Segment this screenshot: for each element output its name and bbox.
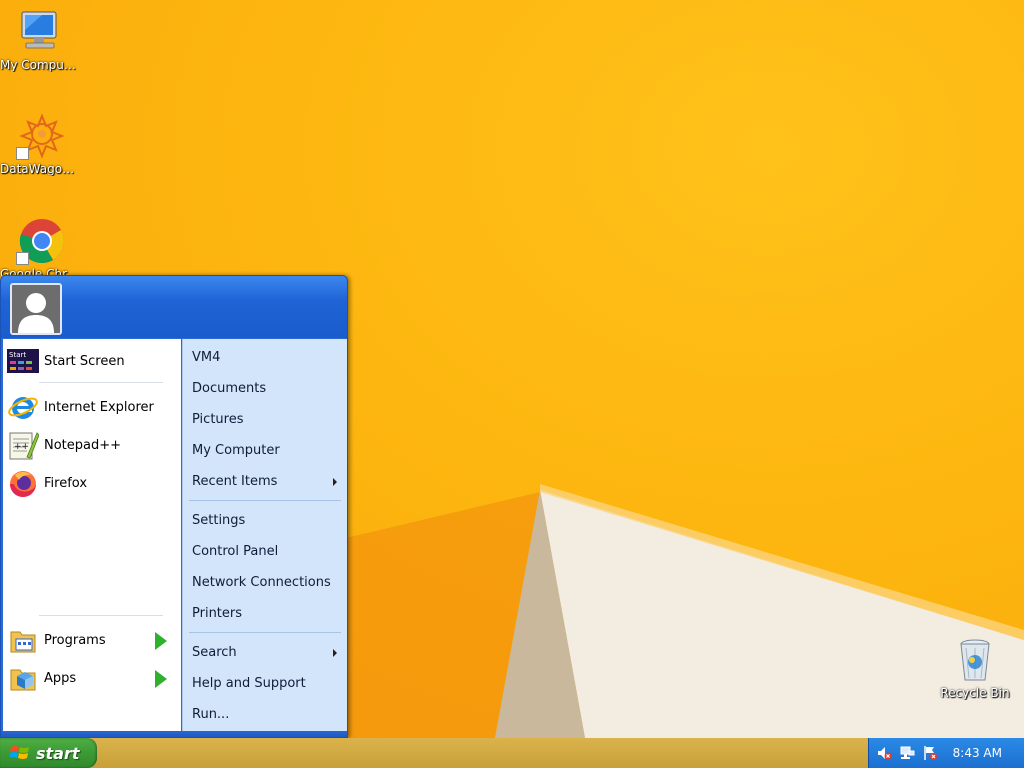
pinned-internet-explorer[interactable]: Internet Explorer xyxy=(7,390,177,424)
firefox-icon xyxy=(7,467,39,499)
internet-explorer-icon xyxy=(7,391,39,423)
speaker-muted-icon[interactable] xyxy=(876,745,892,761)
svg-text:++: ++ xyxy=(14,442,29,452)
start-menu-header xyxy=(1,276,347,338)
menu-item-label: Printers xyxy=(192,606,243,621)
menu-item-help-and-support[interactable]: Help and Support xyxy=(183,670,347,698)
pinned-label: Start Screen xyxy=(44,353,125,369)
menu-item-label: Help and Support xyxy=(192,676,306,691)
desktop-icon-recycle-bin[interactable]: Recycle Bin xyxy=(935,636,1015,700)
datawagon-icon xyxy=(16,112,65,160)
submenu-arrow-icon xyxy=(333,478,337,486)
shortcut-arrow-icon xyxy=(16,252,29,265)
divider xyxy=(189,500,341,501)
programs-label: Programs xyxy=(44,632,106,648)
my-computer-icon xyxy=(16,8,64,56)
menu-item-settings[interactable]: Settings xyxy=(183,507,347,535)
menu-item-documents[interactable]: Documents xyxy=(183,375,347,403)
pinned-label: Firefox xyxy=(44,475,88,491)
svg-text:Start: Start xyxy=(9,351,26,359)
menu-item-label: Documents xyxy=(192,381,267,396)
programs-icon xyxy=(7,624,39,656)
menu-item-pictures[interactable]: Pictures xyxy=(183,406,347,434)
start-menu-programs-panel: Start Start Screen Internet Explorer ++ … xyxy=(3,339,181,731)
shortcut-arrow-icon xyxy=(16,147,29,160)
desktop-icon-my-computer[interactable]: My Computer xyxy=(0,8,80,72)
divider xyxy=(39,382,163,383)
chrome-icon xyxy=(16,217,64,265)
menu-item-my-computer[interactable]: My Computer xyxy=(183,437,347,465)
desktop-icon-label: Recycle Bin xyxy=(940,686,1010,700)
menu-item-printers[interactable]: Printers xyxy=(183,600,347,628)
start-button[interactable]: start xyxy=(0,738,97,768)
start-menu-places-panel: VM4 Documents Pictures My Computer Recen… xyxy=(182,339,347,731)
apps-label: Apps xyxy=(44,670,77,686)
pinned-start-screen[interactable]: Start Start Screen xyxy=(7,344,177,378)
menu-item-label: Pictures xyxy=(192,412,244,427)
pinned-notepad-plus-plus[interactable]: ++ Notepad++ xyxy=(7,428,177,462)
start-menu-footer xyxy=(1,731,347,737)
submenu-arrow-icon xyxy=(333,649,337,657)
expand-arrow-icon xyxy=(155,632,167,650)
expand-arrow-icon xyxy=(155,670,167,688)
menu-item-vm4[interactable]: VM4 xyxy=(183,344,347,372)
divider xyxy=(189,632,341,633)
user-icon xyxy=(12,285,60,333)
menu-item-label: Network Connections xyxy=(192,575,331,590)
menu-item-label: Control Panel xyxy=(192,544,279,559)
menu-item-label: Run... xyxy=(192,707,230,722)
divider xyxy=(39,615,163,616)
desktop-icon-datawagon[interactable]: DataWagon... xyxy=(0,112,80,176)
pinned-label: Notepad++ xyxy=(44,437,122,453)
menu-item-label: Settings xyxy=(192,513,246,528)
menu-item-run[interactable]: Run... xyxy=(183,701,347,729)
start-screen-icon: Start xyxy=(7,345,39,377)
action-center-flag-icon[interactable] xyxy=(922,745,938,761)
user-avatar[interactable] xyxy=(10,283,62,335)
taskbar[interactable]: start 8:43 AM xyxy=(0,738,1024,768)
clock[interactable]: 8:43 AM xyxy=(953,738,1002,768)
menu-item-control-panel[interactable]: Control Panel xyxy=(183,538,347,566)
menu-item-label: Search xyxy=(192,645,237,660)
system-tray: 8:43 AM xyxy=(868,738,1024,768)
notepad-plus-plus-icon: ++ xyxy=(7,429,40,461)
menu-item-search[interactable]: Search xyxy=(183,639,347,667)
menu-item-label: VM4 xyxy=(192,350,221,365)
programs-menu[interactable]: Programs xyxy=(7,623,177,657)
desktop-icon-chrome[interactable]: Google Chrome xyxy=(0,217,80,281)
menu-item-network-connections[interactable]: Network Connections xyxy=(183,569,347,597)
recycle-bin-icon xyxy=(951,636,999,684)
desktop-icon-label: My Computer xyxy=(0,58,80,72)
menu-item-label: My Computer xyxy=(192,443,280,458)
pinned-label: Internet Explorer xyxy=(44,399,154,415)
apps-menu[interactable]: Apps xyxy=(7,661,177,695)
pinned-firefox[interactable]: Firefox xyxy=(7,466,177,500)
menu-item-recent-items[interactable]: Recent Items xyxy=(183,468,347,496)
desktop-icon-label: DataWagon... xyxy=(0,162,80,176)
menu-item-label: Recent Items xyxy=(192,474,278,489)
start-label: start xyxy=(36,743,80,763)
network-icon[interactable] xyxy=(899,745,915,761)
apps-icon xyxy=(7,662,39,694)
start-menu: Start Start Screen Internet Explorer ++ … xyxy=(0,275,348,738)
windows-logo-icon xyxy=(9,744,30,762)
